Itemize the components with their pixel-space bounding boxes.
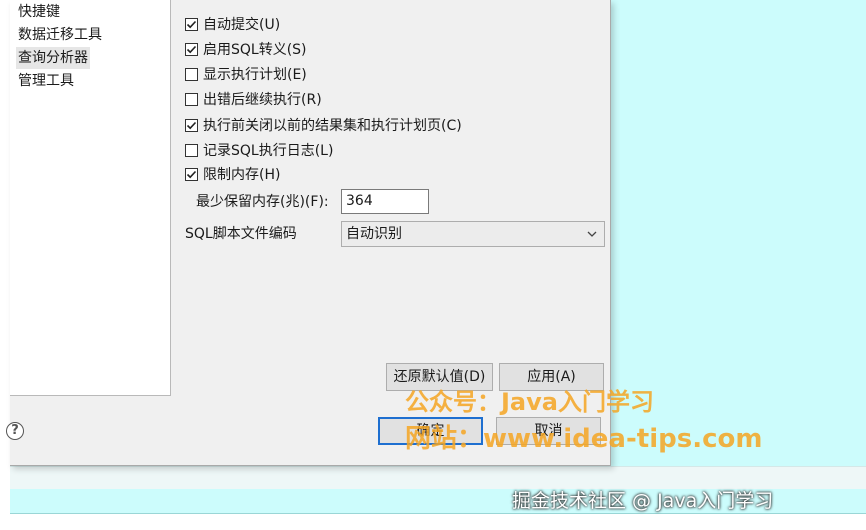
tree-item-data-migration[interactable]: 数据迁移工具 <box>18 24 102 46</box>
option-close-previous-results[interactable]: 执行前关闭以前的结果集和执行计划页(C) <box>185 114 462 136</box>
option-continue-on-error[interactable]: 出错后继续执行(R) <box>185 88 322 110</box>
settings-tree: 快捷键 数据迁移工具 查询分析器 管理工具 <box>10 0 171 396</box>
option-label: 记录SQL执行日志(L) <box>203 143 334 159</box>
option-log-sql[interactable]: 记录SQL执行日志(L) <box>185 139 333 161</box>
query-analyzer-panel: 自动提交(U) 启用SQL转义(S) 显示执行计划(E) 出错后继续执行(R) … <box>171 0 610 395</box>
checkbox[interactable] <box>185 17 198 31</box>
option-auto-commit[interactable]: 自动提交(U) <box>185 13 280 35</box>
watermark-website: 网站：www.idea-tips.com <box>405 424 763 454</box>
encoding-value: 自动识别 <box>346 226 402 242</box>
chevron-down-icon <box>587 231 597 237</box>
watermark-wechat: 公众号：Java入门学习 <box>405 388 654 416</box>
checkbox[interactable] <box>185 42 198 56</box>
option-label: 启用SQL转义(S) <box>203 42 307 58</box>
encoding-label: SQL脚本文件编码 <box>185 226 297 242</box>
tree-item-shortcuts[interactable]: 快捷键 <box>18 1 60 23</box>
option-label: 限制内存(H) <box>203 167 281 183</box>
tree-item-query-analyzer[interactable]: 查询分析器 <box>16 47 90 69</box>
checkmark-icon <box>186 170 197 178</box>
checkbox[interactable] <box>185 143 198 157</box>
checkmark-icon <box>186 20 197 28</box>
option-label: 执行前关闭以前的结果集和执行计划页(C) <box>203 118 462 134</box>
min-memory-label: 最少保留内存(兆)(F): <box>196 194 329 210</box>
option-sql-escape[interactable]: 启用SQL转义(S) <box>185 38 307 60</box>
checkmark-icon <box>186 45 197 53</box>
tree-item-admin-tools[interactable]: 管理工具 <box>18 70 74 92</box>
checkbox[interactable] <box>185 67 198 81</box>
option-show-plan[interactable]: 显示执行计划(E) <box>185 63 307 85</box>
option-label: 出错后继续执行(R) <box>203 92 322 108</box>
checkbox[interactable] <box>185 167 198 181</box>
help-icon[interactable]: ? <box>6 422 24 440</box>
min-memory-input[interactable]: 364 <box>341 189 429 214</box>
option-label: 显示执行计划(E) <box>203 67 307 83</box>
option-label: 自动提交(U) <box>203 17 281 33</box>
encoding-select[interactable]: 自动识别 <box>341 221 605 247</box>
watermark-credit: 掘金技术社区 @ Java入门学习 <box>512 490 774 512</box>
checkmark-icon <box>186 121 197 129</box>
taskbar-divider <box>10 513 866 514</box>
checkbox[interactable] <box>185 92 198 106</box>
checkbox[interactable] <box>185 118 198 132</box>
option-limit-memory[interactable]: 限制内存(H) <box>185 163 280 185</box>
